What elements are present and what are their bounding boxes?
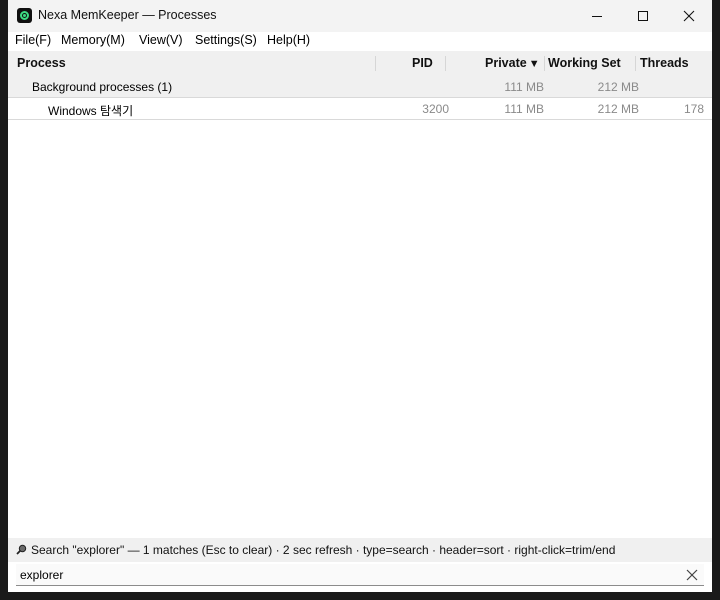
column-divider[interactable] bbox=[635, 56, 636, 71]
column-private-label: Private bbox=[485, 56, 527, 70]
menu-file[interactable]: File(F) bbox=[15, 33, 51, 47]
group-label: Background processes (1) bbox=[32, 80, 173, 94]
search-input[interactable]: explorer bbox=[16, 564, 704, 586]
column-divider[interactable] bbox=[375, 56, 376, 71]
status-text: Search "explorer" — 1 matches (Esc to cl… bbox=[31, 543, 616, 557]
column-header: Process PID Private ▼ Working Set Threads bbox=[8, 51, 712, 76]
column-process[interactable]: Process bbox=[17, 56, 66, 70]
process-pid: 3200 bbox=[422, 102, 449, 116]
menu-view[interactable]: View(V) bbox=[139, 33, 183, 47]
process-name: Windows 탐색기 bbox=[48, 104, 134, 118]
maximize-button[interactable] bbox=[620, 0, 666, 32]
group-private: 111 MB bbox=[504, 80, 544, 94]
menu-help[interactable]: Help(H) bbox=[267, 33, 310, 47]
app-window: Nexa MemKeeper — Processes File(F) Memor… bbox=[8, 0, 712, 592]
process-row[interactable]: Windows 탐색기 3200 111 MB 212 MB 178 bbox=[8, 98, 712, 120]
app-logo-icon bbox=[17, 8, 32, 23]
process-working-set: 212 MB bbox=[597, 102, 639, 116]
group-row-background[interactable]: Background processes (1) 111 MB 212 MB bbox=[8, 76, 712, 98]
column-pid[interactable]: PID bbox=[412, 56, 433, 70]
group-working-set: 212 MB bbox=[597, 80, 639, 94]
column-divider[interactable] bbox=[544, 56, 545, 71]
column-threads[interactable]: Threads bbox=[640, 56, 689, 70]
menu-settings[interactable]: Settings(S) bbox=[195, 33, 257, 47]
menu-bar: File(F) Memory(M) View(V) Settings(S) He… bbox=[8, 32, 712, 51]
process-private: 111 MB bbox=[504, 102, 544, 116]
process-threads: 178 bbox=[683, 102, 704, 116]
search-value: explorer bbox=[20, 568, 64, 582]
sort-descending-icon: ▼ bbox=[528, 58, 540, 70]
column-working-set[interactable]: Working Set bbox=[548, 56, 621, 70]
minimize-button[interactable] bbox=[574, 0, 620, 32]
close-icon bbox=[683, 10, 695, 22]
window-title: Nexa MemKeeper — Processes bbox=[38, 8, 217, 22]
magnifier-icon bbox=[16, 544, 27, 555]
column-divider[interactable] bbox=[445, 56, 446, 71]
clear-search-icon[interactable] bbox=[684, 567, 700, 583]
status-bar: Search "explorer" — 1 matches (Esc to cl… bbox=[8, 538, 712, 562]
column-private[interactable]: Private ▼ bbox=[485, 56, 540, 70]
minimize-icon bbox=[592, 16, 602, 17]
title-bar[interactable]: Nexa MemKeeper — Processes bbox=[8, 0, 712, 32]
close-button[interactable] bbox=[666, 0, 712, 32]
maximize-icon bbox=[638, 11, 648, 21]
menu-memory[interactable]: Memory(M) bbox=[61, 33, 125, 47]
